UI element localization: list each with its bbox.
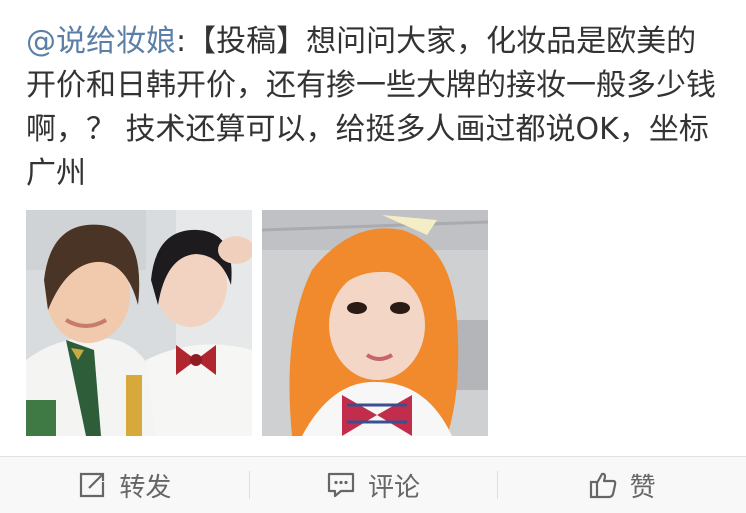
comment-button[interactable]: 评论	[248, 457, 498, 513]
photo-cosplay-two-students[interactable]	[26, 210, 252, 436]
photo-cosplay-orange-wig[interactable]	[262, 210, 488, 436]
repost-label: 转发	[119, 472, 172, 503]
thumbs-up-icon	[588, 470, 618, 500]
like-label: 赞	[629, 472, 656, 503]
edit-square-icon	[77, 470, 107, 500]
mention-link[interactable]: @说给妆娘	[26, 24, 176, 59]
repost-button[interactable]: 转发	[0, 457, 249, 513]
action-bar: 转发 评论 赞	[0, 457, 746, 513]
weibo-post: @说给妆娘:【投稿】想问问大家，化妆品是欧美的开价和日韩开价，还有掺一些大牌的接…	[0, 0, 746, 513]
comment-bubble-icon	[326, 470, 356, 500]
mention-separator: :	[176, 24, 187, 59]
like-button[interactable]: 赞	[497, 457, 746, 513]
comment-label: 评论	[368, 472, 421, 503]
post-text: @说给妆娘:【投稿】想问问大家，化妆品是欧美的开价和日韩开价，还有掺一些大牌的接…	[26, 20, 716, 196]
